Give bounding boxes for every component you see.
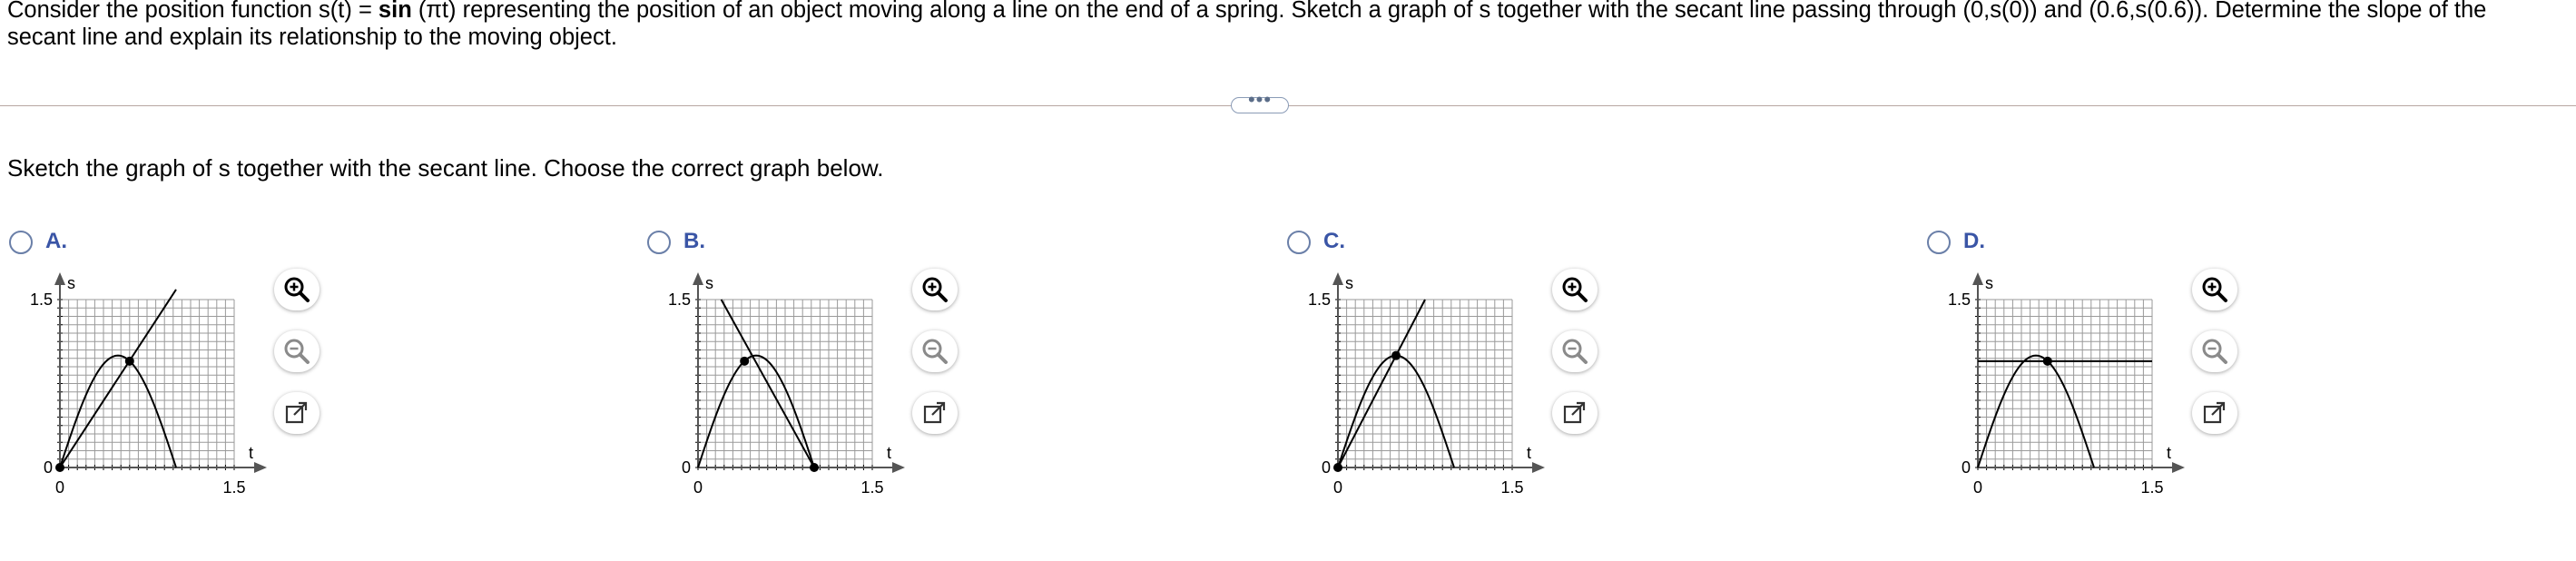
x-axis-arrow <box>254 462 267 473</box>
graph-a: st1.500 1.5 <box>30 272 267 497</box>
question-text: Consider the position function s(t) = si… <box>7 0 2558 51</box>
option-label-b[interactable]: B. <box>683 229 705 254</box>
x-axis-arrow <box>1532 462 1545 473</box>
zoom-out-button[interactable] <box>912 330 958 372</box>
x-axis-arrow <box>892 462 905 473</box>
x-tick-label-zero: 0 <box>55 478 64 497</box>
x-axis-label: t <box>887 444 891 462</box>
zoom-in-icon <box>1562 277 1588 302</box>
option-label-a[interactable]: A. <box>45 229 67 254</box>
popout-button[interactable] <box>2192 392 2237 434</box>
y-tick-label-top: 1.5 <box>30 290 53 309</box>
popout-icon <box>923 401 946 424</box>
graph-c: st1.500 1.5 <box>1308 272 1545 497</box>
x-tick-label-end: 1.5 <box>2140 478 2163 497</box>
option-radio-d[interactable] <box>1927 231 1951 254</box>
show-more-button[interactable]: ••• <box>1231 88 1289 113</box>
popout-icon <box>1563 401 1586 424</box>
grid <box>697 299 873 468</box>
y-axis-arrow <box>1972 272 1983 285</box>
zoom-in-button[interactable] <box>274 269 320 310</box>
x-axis-label: t <box>249 444 253 462</box>
secant-point <box>1391 350 1401 360</box>
y-tick-label-zero: 0 <box>1961 458 1971 477</box>
y-axis-label: s <box>1345 274 1353 292</box>
popout-button[interactable] <box>274 392 320 434</box>
question-line2: secant line and explain its relationship… <box>7 25 617 50</box>
instruction-text: Sketch the graph of s together with the … <box>7 154 884 182</box>
option-radio-c[interactable] <box>1287 231 1311 254</box>
zoom-in-button[interactable] <box>1552 269 1598 310</box>
grid <box>1977 299 2153 468</box>
y-tick-label-zero: 0 <box>44 458 53 477</box>
zoom-in-button[interactable] <box>912 269 958 310</box>
zoom-out-icon <box>284 339 310 364</box>
graph-b: st1.500 1.5 <box>668 272 905 497</box>
zoom-in-icon <box>2202 277 2227 302</box>
y-tick-label-top: 1.5 <box>668 290 691 309</box>
option-label-d[interactable]: D. <box>1963 229 1985 254</box>
question-func: sin <box>378 0 412 23</box>
y-tick-label-top: 1.5 <box>1948 290 1971 309</box>
zoom-in-icon <box>922 277 948 302</box>
y-axis-label: s <box>1985 274 1993 292</box>
secant-point <box>124 356 134 366</box>
y-axis-arrow <box>1332 272 1343 285</box>
x-tick-label-zero: 0 <box>1973 478 1982 497</box>
x-tick-label-zero: 0 <box>1333 478 1342 497</box>
x-tick-label-end: 1.5 <box>1500 478 1523 497</box>
x-axis-arrow <box>2172 462 2185 473</box>
question-line1-a: Consider the position function s(t) = <box>7 0 379 23</box>
y-axis-arrow <box>54 272 65 285</box>
zoom-out-icon <box>2202 339 2227 364</box>
popout-button[interactable] <box>1552 392 1598 434</box>
popout-icon <box>2203 401 2226 424</box>
zoom-out-button[interactable] <box>2192 330 2237 372</box>
secant-point <box>2042 356 2052 366</box>
y-tick-label-zero: 0 <box>1322 458 1331 477</box>
graph-d: st1.500 1.5 <box>1948 272 2185 497</box>
option-label-c[interactable]: C. <box>1323 229 1345 254</box>
popout-button[interactable] <box>912 392 958 434</box>
zoom-in-button[interactable] <box>2192 269 2237 310</box>
zoom-out-button[interactable] <box>1552 330 1598 372</box>
secant-point <box>810 463 819 472</box>
option-radio-a[interactable] <box>9 231 33 254</box>
zoom-in-icon <box>284 277 310 302</box>
grid <box>59 299 235 468</box>
x-tick-label-end: 1.5 <box>222 478 245 497</box>
more-dots: ••• <box>1247 88 1273 111</box>
y-axis-label: s <box>67 274 75 292</box>
y-axis-arrow <box>693 272 703 285</box>
secant-point <box>740 356 750 366</box>
x-axis-label: t <box>1527 444 1531 462</box>
popout-icon <box>285 401 308 424</box>
y-tick-label-zero: 0 <box>682 458 691 477</box>
x-tick-label-zero: 0 <box>693 478 703 497</box>
grid <box>1337 299 1513 468</box>
y-axis-label: s <box>705 274 713 292</box>
y-tick-label-top: 1.5 <box>1308 290 1331 309</box>
x-axis-label: t <box>2167 444 2171 462</box>
zoom-out-button[interactable] <box>274 330 320 372</box>
zoom-out-icon <box>922 339 948 364</box>
secant-point <box>55 463 64 472</box>
question-line1-b: (πt) representing the position of an obj… <box>411 0 2487 23</box>
zoom-out-icon <box>1562 339 1588 364</box>
secant-point <box>1333 463 1342 472</box>
x-tick-label-end: 1.5 <box>860 478 883 497</box>
option-radio-b[interactable] <box>647 231 671 254</box>
